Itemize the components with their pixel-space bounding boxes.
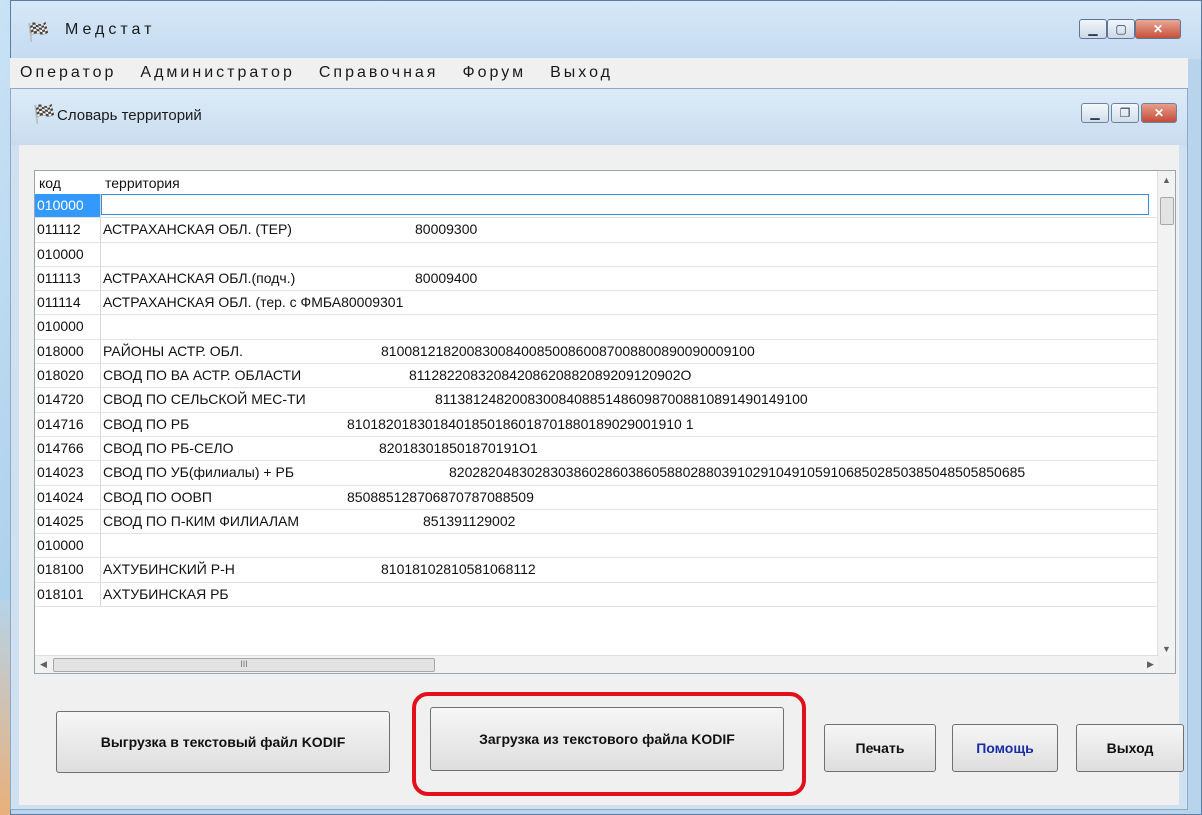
table-row[interactable]: 014025 СВОД ПО П-КИМ ФИЛИАЛАМ 851391129002 <box>35 509 1159 535</box>
cell-territory[interactable]: СВОД ПО УБ(филиалы) + РБ <box>103 461 294 483</box>
app-title: Медстат <box>65 21 156 38</box>
import-button-highlight <box>412 692 806 796</box>
cell-numeric-codes: 851391129002 <box>423 512 516 529</box>
cell-numeric-codes: 8100812182008300840085008600870088008900… <box>381 342 755 359</box>
cell-territory[interactable]: АСТРАХАНСКАЯ ОБЛ.(подч.) <box>103 267 295 289</box>
scroll-up-arrow-icon[interactable]: ▲ <box>1158 171 1175 188</box>
cell-code[interactable]: 010000 <box>35 194 101 218</box>
horizontal-scrollbar[interactable]: ◀ III ▶ <box>35 655 1159 673</box>
cell-code[interactable]: 014716 <box>35 412 101 436</box>
vertical-scroll-thumb[interactable] <box>1160 197 1174 225</box>
column-header-code[interactable]: код <box>39 175 61 191</box>
cell-territory[interactable]: СВОД ПО РБ <box>103 413 189 435</box>
cell-numeric-codes: 8202820483028303860286038605880288039102… <box>449 464 1026 481</box>
windows-flag-icon: 🏁 <box>33 104 56 124</box>
child-window-title: Словарь территорий <box>57 107 202 124</box>
table-row[interactable]: 010000 <box>35 242 1159 267</box>
cell-code[interactable]: 014720 <box>35 388 101 412</box>
cell-code[interactable]: 014024 <box>35 485 101 509</box>
cell-numeric-codes: 81018102810581068112 <box>381 561 536 578</box>
cell-numeric-codes: 8101820183018401850186018701880189029001… <box>347 415 694 432</box>
cell-code[interactable]: 011114 <box>35 291 101 315</box>
cell-code[interactable]: 018101 <box>35 582 101 607</box>
table-row[interactable]: 014716 СВОД ПО РБ 810182018301840185018601… <box>35 412 1159 437</box>
scroll-down-arrow-icon[interactable]: ▼ <box>1158 640 1175 657</box>
close-button[interactable]: ✕ <box>1135 19 1181 39</box>
table-row[interactable]: 011113 АСТРАХАНСКАЯ ОБЛ.(подч.) 80009400 <box>35 266 1159 292</box>
scroll-right-arrow-icon[interactable]: ▶ <box>1142 656 1159 673</box>
windows-flag-icon: 🏁 <box>27 22 50 42</box>
cell-territory[interactable]: СВОД ПО П-КИМ ФИЛИАЛАМ <box>103 510 299 532</box>
main-titlebar: 🏁 Медстат ▁ ▢ ✕ <box>11 1 1201 59</box>
table-row[interactable]: 018000 РАЙОНЫ АСТР. ОБЛ. 81008121820083008… <box>35 339 1159 365</box>
table-row[interactable]: 011112 АСТРАХАНСКАЯ ОБЛ. (ТЕР) 80009300 <box>35 218 1159 243</box>
child-restore-button[interactable]: ❐ <box>1111 103 1139 123</box>
grid-header: код территория <box>35 171 1159 194</box>
child-window-controls: ▁ ❐ ✕ <box>1081 103 1177 123</box>
scroll-left-arrow-icon[interactable]: ◀ <box>35 656 52 673</box>
help-button[interactable]: Помощь <box>952 724 1058 772</box>
window-controls: ▁ ▢ ✕ <box>1079 19 1181 39</box>
child-minimize-button[interactable]: ▁ <box>1081 103 1109 123</box>
cell-territory[interactable]: РАЙОНЫ АСТР. ОБЛ. <box>103 340 243 362</box>
active-edit-cell[interactable] <box>101 194 1149 215</box>
table-row[interactable]: 010000 <box>35 194 1159 219</box>
scrollbar-corner <box>1158 656 1175 673</box>
cell-territory[interactable]: АСТРАХАНСКАЯ ОБЛ. (ТЕР) <box>103 218 292 240</box>
column-header-territory[interactable]: территория <box>105 175 180 191</box>
export-kodif-button[interactable]: Выгрузка в текстовый файл KODIF <box>56 711 390 773</box>
cell-code[interactable]: 011112 <box>35 218 101 242</box>
table-row[interactable]: 014024 СВОД ПО ООВП 8508851287068707870885… <box>35 485 1159 510</box>
cell-code[interactable]: 010000 <box>35 534 101 558</box>
menu-operator[interactable]: Оператор <box>10 64 116 82</box>
vertical-scrollbar[interactable]: ▲ ▼ <box>1157 171 1175 657</box>
cell-code[interactable]: 018020 <box>35 364 101 388</box>
menu-reference[interactable]: Справочная <box>309 64 439 82</box>
cell-numeric-codes: 820183018501870191O1 <box>379 439 538 456</box>
table-row[interactable]: 010000 <box>35 315 1159 340</box>
cell-code[interactable]: 010000 <box>35 242 101 266</box>
table-row[interactable]: 010000 <box>35 534 1159 559</box>
print-button[interactable]: Печать <box>824 724 936 772</box>
menu-bar: Оператор Администратор Справочная Форум … <box>10 58 1188 89</box>
grid-rows: 010000 011112 АСТРАХАНСКАЯ ОБЛ. (ТЕР) 80009… <box>35 194 1159 608</box>
menu-exit[interactable]: Выход <box>540 64 613 82</box>
territory-grid[interactable]: код территория 010000 011112 АСТРАХАНСКАЯ … <box>34 170 1176 674</box>
cell-numeric-codes: 80009400 <box>415 269 478 286</box>
cell-territory[interactable]: СВОД ПО ВА АСТР. ОБЛАСТИ <box>103 364 301 386</box>
table-row[interactable]: 018100 АХТУБИНСКИЙ Р-Н 8101810281058106811… <box>35 558 1159 583</box>
table-row[interactable]: 018020 СВОД ПО ВА АСТР. ОБЛАСТИ 8112822083… <box>35 364 1159 389</box>
cell-territory[interactable]: СВОД ПО СЕЛЬСКОЙ МЕС-ТИ <box>103 388 306 410</box>
table-row[interactable]: 014766 СВОД ПО РБ-СЕЛО 820183018501870191O… <box>35 436 1159 462</box>
child-titlebar: 🏁 Словарь территорий ▁ ❐ ✕ <box>11 89 1187 145</box>
cell-territory[interactable]: СВОД ПО РБ-СЕЛО <box>103 437 234 459</box>
maximize-button[interactable]: ▢ <box>1107 19 1135 39</box>
cell-code[interactable]: 018000 <box>35 339 101 364</box>
cell-territory[interactable]: СВОД ПО ООВП <box>103 486 212 508</box>
cell-territory[interactable]: АХТУБИНСКИЙ Р-Н <box>103 558 235 580</box>
child-close-button[interactable]: ✕ <box>1141 103 1177 123</box>
cell-numeric-codes: 81128220832084208620882089209120902O <box>409 367 692 384</box>
exit-button[interactable]: Выход <box>1076 724 1184 772</box>
table-row[interactable]: 011114 АСТРАХАНСКАЯ ОБЛ. (тер. с ФМБА8000… <box>35 291 1159 316</box>
cell-numeric-codes: 850885128706870787088509 <box>347 488 534 505</box>
minimize-button[interactable]: ▁ <box>1079 19 1107 39</box>
cell-numeric-codes: 8113812482008300840885148609870088108914… <box>435 391 808 408</box>
cell-code[interactable]: 014025 <box>35 509 101 534</box>
menu-forum[interactable]: Форум <box>452 64 526 82</box>
table-row[interactable]: 014720 СВОД ПО СЕЛЬСКОЙ МЕС-ТИ 81138124820… <box>35 388 1159 413</box>
table-row[interactable]: 018101 АХТУБИНСКАЯ РБ <box>35 582 1159 608</box>
cell-territory[interactable]: АХТУБИНСКАЯ РБ <box>103 583 229 605</box>
cell-code[interactable]: 011113 <box>35 266 101 291</box>
cell-code[interactable]: 014023 <box>35 461 101 485</box>
cell-code[interactable]: 018100 <box>35 558 101 582</box>
cell-numeric-codes: 80009300 <box>415 221 478 238</box>
cell-territory[interactable]: АСТРАХАНСКАЯ ОБЛ. (тер. с ФМБА80009301 <box>103 291 403 313</box>
horizontal-scroll-thumb[interactable]: III <box>53 658 435 672</box>
table-row[interactable]: 014023 СВОД ПО УБ(филиалы) + РБ 8202820483… <box>35 461 1159 486</box>
cell-code[interactable]: 014766 <box>35 436 101 461</box>
menu-administrator[interactable]: Администратор <box>130 64 294 82</box>
cell-code[interactable]: 010000 <box>35 315 101 339</box>
